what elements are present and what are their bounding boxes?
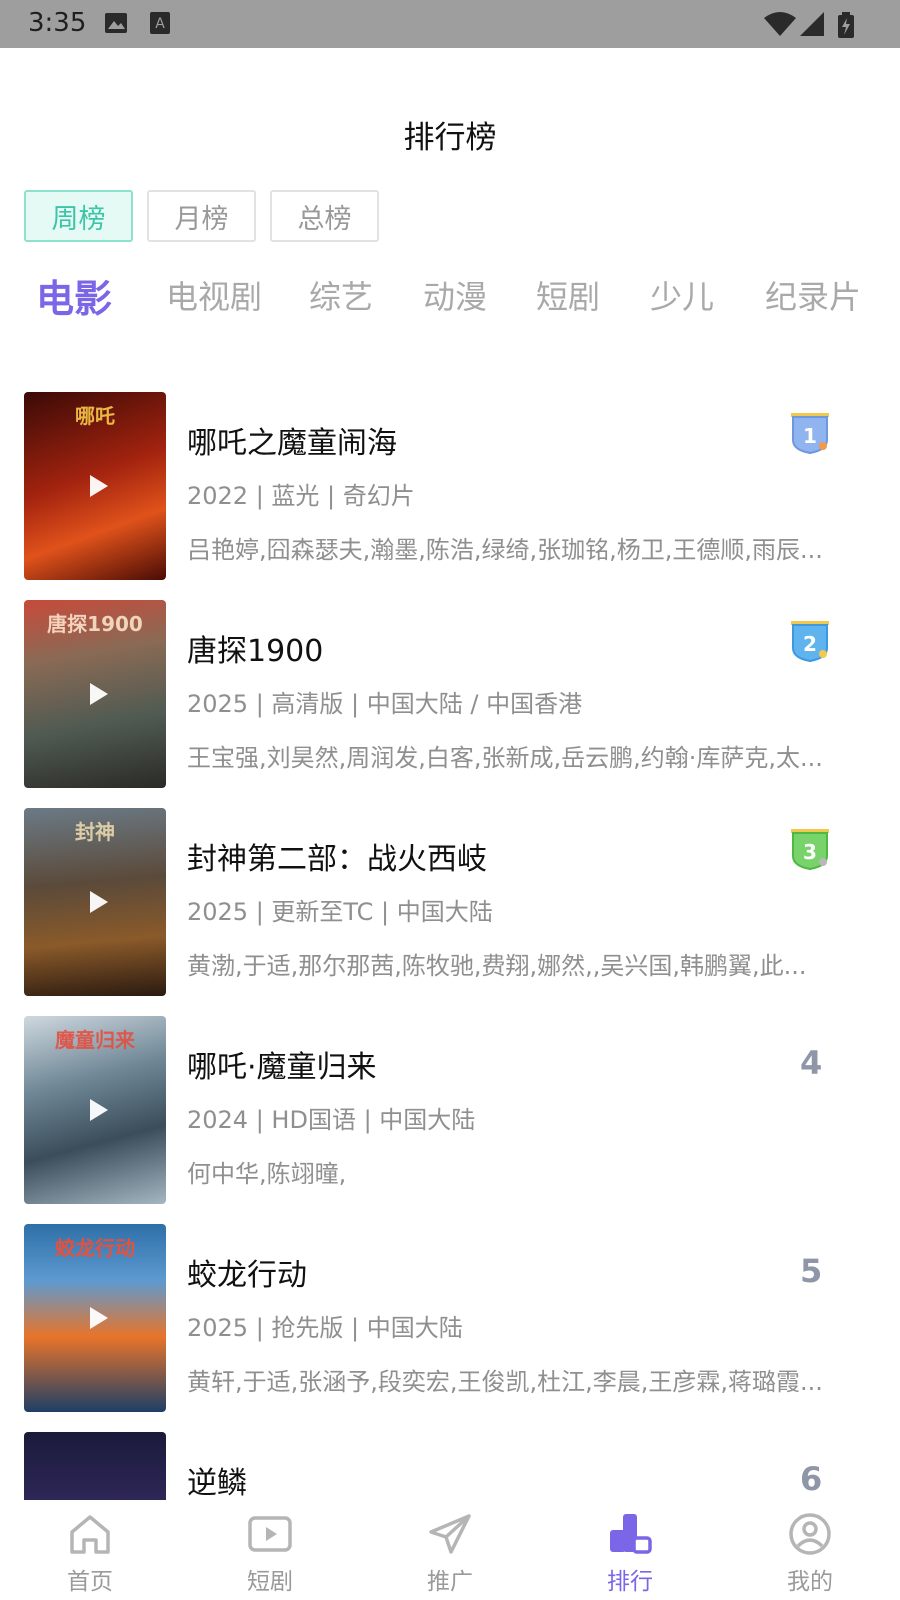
tab-ranking-label: 排行 bbox=[607, 1569, 653, 1595]
poster-image[interactable]: 封神 bbox=[24, 808, 166, 996]
battery-icon bbox=[838, 12, 854, 42]
tab-kids[interactable]: 少儿 bbox=[650, 272, 714, 318]
rank-2-badge-icon: 2 bbox=[791, 621, 829, 662]
tab-home[interactable]: 首页 bbox=[0, 1500, 180, 1600]
tab-movie[interactable]: 电影 bbox=[36, 268, 112, 323]
item-title: 封神第二部：战火西岐 bbox=[187, 842, 487, 877]
tab-ranking[interactable]: 排行 bbox=[540, 1500, 720, 1600]
rank-number: 4 bbox=[800, 1044, 823, 1082]
tab-all-time[interactable]: 总榜 bbox=[270, 190, 379, 242]
poster-title-text: 哪吒 bbox=[75, 404, 115, 428]
user-icon bbox=[789, 1513, 831, 1555]
item-cast: 黄轩,于适,张涵予,段奕宏,王俊凯,杜江,李晨,王彦霖,蒋璐霞... bbox=[187, 1368, 823, 1396]
ranking-list: 哪吒 哪吒之魔童闹海 2022 | 蓝光 | 奇幻片 吕艳婷,囧森瑟夫,瀚墨,陈… bbox=[0, 392, 900, 1500]
poster-image[interactable]: 魔童归来 bbox=[24, 1016, 166, 1204]
list-item[interactable]: 蛟龙行动 蛟龙行动 2025 | 抢先版 | 中国大陆 黄轩,于适,张涵予,段奕… bbox=[0, 1224, 900, 1414]
rank-3-badge-icon: 3 bbox=[791, 829, 829, 870]
tab-documentary[interactable]: 纪录片 bbox=[765, 272, 861, 318]
play-icon bbox=[90, 683, 108, 705]
status-time: 3:35 bbox=[28, 8, 87, 38]
tab-mine-label: 我的 bbox=[787, 1569, 833, 1595]
tab-variety[interactable]: 综艺 bbox=[309, 272, 373, 318]
tab-home-label: 首页 bbox=[67, 1569, 113, 1595]
poster-image[interactable]: 唐探1900 bbox=[24, 600, 166, 788]
item-title: 哪吒之魔童闹海 bbox=[187, 426, 397, 461]
item-cast: 吕艳婷,囧森瑟夫,瀚墨,陈浩,绿绮,张珈铭,杨卫,王德顺,雨辰... bbox=[187, 536, 823, 564]
item-cast: 何中华,陈翊曈, bbox=[187, 1160, 347, 1188]
paper-plane-icon bbox=[429, 1514, 471, 1554]
status-bar: 3:35 A bbox=[0, 0, 900, 48]
tab-short-drama-label: 短剧 bbox=[247, 1569, 293, 1595]
rank-badge-number: 3 bbox=[803, 840, 817, 864]
bottom-tab-bar: 首页 短剧 推广 排行 我的 bbox=[0, 1500, 900, 1600]
item-meta: 2025 | 高清版 | 中国大陆 / 中国香港 bbox=[187, 690, 583, 718]
play-icon bbox=[90, 891, 108, 913]
list-item[interactable]: 逆鳞 6 bbox=[0, 1432, 900, 1500]
poster-image[interactable] bbox=[24, 1432, 166, 1500]
item-meta: 2024 | HD国语 | 中国大陆 bbox=[187, 1106, 476, 1134]
tab-tv-series[interactable]: 电视剧 bbox=[166, 272, 262, 318]
category-tabs: 电影 电视剧 综艺 动漫 短剧 少儿 纪录片 bbox=[0, 272, 900, 324]
list-item[interactable]: 唐探1900 唐探1900 2025 | 高清版 | 中国大陆 / 中国香港 王… bbox=[0, 600, 900, 790]
item-title: 哪吒·魔童归来 bbox=[187, 1050, 377, 1085]
ranking-icon bbox=[610, 1514, 652, 1554]
svg-text:A: A bbox=[155, 16, 165, 32]
tab-anime[interactable]: 动漫 bbox=[423, 272, 487, 318]
rank-number: 5 bbox=[800, 1252, 823, 1290]
item-title: 逆鳞 bbox=[187, 1466, 247, 1500]
item-cast: 王宝强,刘昊然,周润发,白客,张新成,岳云鹏,约翰·库萨克,太... bbox=[187, 744, 823, 772]
play-icon bbox=[90, 475, 108, 497]
tab-short-drama[interactable]: 短剧 bbox=[536, 272, 600, 318]
list-item[interactable]: 魔童归来 哪吒·魔童归来 2024 | HD国语 | 中国大陆 何中华,陈翊曈,… bbox=[0, 1016, 900, 1206]
video-play-icon bbox=[248, 1516, 292, 1552]
poster-image[interactable]: 哪吒 bbox=[24, 392, 166, 580]
tab-mine[interactable]: 我的 bbox=[720, 1500, 900, 1600]
rank-badge-number: 2 bbox=[803, 632, 817, 656]
item-meta: 2022 | 蓝光 | 奇幻片 bbox=[187, 482, 415, 510]
poster-title-text: 蛟龙行动 bbox=[55, 1236, 135, 1260]
list-item[interactable]: 哪吒 哪吒之魔童闹海 2022 | 蓝光 | 奇幻片 吕艳婷,囧森瑟夫,瀚墨,陈… bbox=[0, 392, 900, 582]
poster-title-text: 唐探1900 bbox=[47, 612, 143, 636]
home-icon bbox=[70, 1515, 110, 1554]
tab-weekly[interactable]: 周榜 bbox=[24, 190, 133, 242]
poster-title-text: 魔童归来 bbox=[55, 1028, 135, 1052]
item-title: 唐探1900 bbox=[187, 634, 324, 669]
signal-icon bbox=[800, 12, 824, 40]
item-meta: 2025 | 更新至TC | 中国大陆 bbox=[187, 898, 493, 926]
tab-promote[interactable]: 推广 bbox=[360, 1500, 540, 1600]
tab-monthly[interactable]: 月榜 bbox=[147, 190, 256, 242]
item-cast: 黄渤,于适,那尔那茜,陈牧驰,费翔,娜然,,吴兴国,韩鹏翼,此... bbox=[187, 952, 807, 980]
period-tabs: 周榜 月榜 总榜 bbox=[24, 190, 379, 242]
item-meta: 2025 | 抢先版 | 中国大陆 bbox=[187, 1314, 463, 1342]
rank-1-badge-icon: 1 bbox=[791, 413, 829, 454]
list-item[interactable]: 封神 封神第二部：战火西岐 2025 | 更新至TC | 中国大陆 黄渤,于适,… bbox=[0, 808, 900, 998]
wifi-icon bbox=[764, 12, 796, 40]
rank-number: 6 bbox=[800, 1460, 823, 1498]
item-title: 蛟龙行动 bbox=[187, 1258, 307, 1293]
play-icon bbox=[90, 1307, 108, 1329]
tab-short-drama-nav[interactable]: 短剧 bbox=[180, 1500, 360, 1600]
page-title: 排行榜 bbox=[403, 120, 497, 156]
tab-promote-label: 推广 bbox=[427, 1569, 473, 1595]
image-icon bbox=[104, 12, 128, 38]
play-icon bbox=[90, 1099, 108, 1121]
rank-badge-number: 1 bbox=[803, 424, 817, 448]
poster-title-text: 封神 bbox=[75, 820, 115, 844]
font-a-icon: A bbox=[150, 12, 170, 38]
poster-image[interactable]: 蛟龙行动 bbox=[24, 1224, 166, 1412]
